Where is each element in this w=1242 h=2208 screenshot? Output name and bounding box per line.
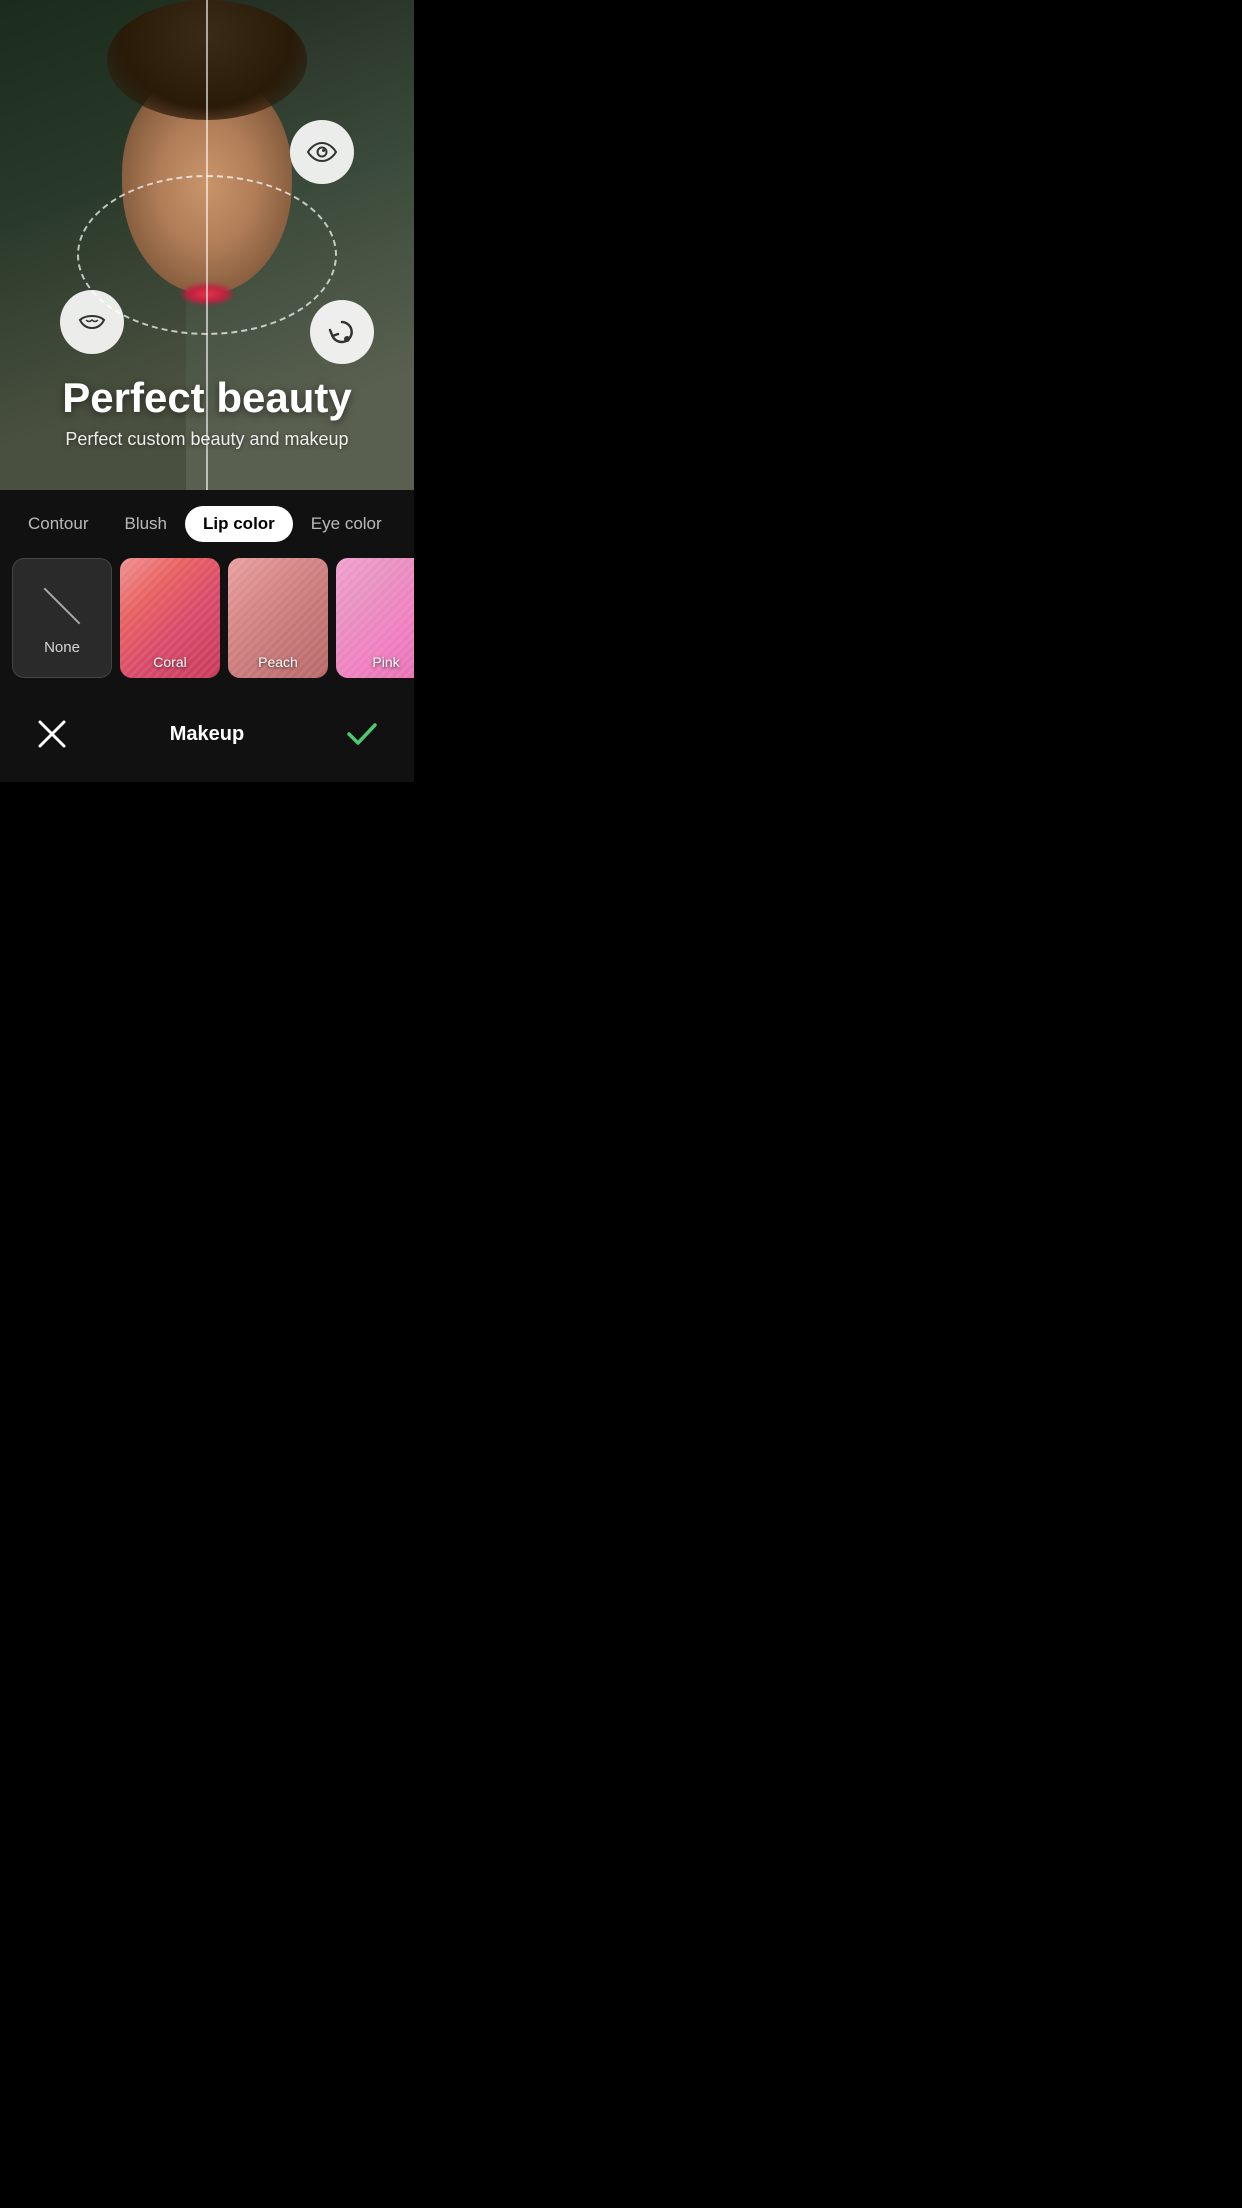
- swatch-peach-label: Peach: [228, 654, 328, 670]
- confirm-button[interactable]: [338, 710, 386, 758]
- tab-lip-color[interactable]: Lip color: [185, 506, 293, 542]
- hero-text-area: Perfect beauty Perfect custom beauty and…: [0, 375, 414, 450]
- swatch-none-label: None: [44, 639, 80, 656]
- swatch-peach[interactable]: Peach: [228, 558, 328, 678]
- swatch-pink-label: Pink: [336, 654, 414, 670]
- eye-button[interactable]: [290, 120, 354, 184]
- hero-title: Perfect beauty: [20, 375, 394, 421]
- tab-eyebrow[interactable]: Eyebr...: [400, 506, 414, 542]
- hero-subtitle: Perfect custom beauty and makeup: [20, 429, 394, 450]
- tab-contour[interactable]: Contour: [10, 506, 106, 542]
- cancel-button[interactable]: [28, 710, 76, 758]
- confirm-icon: [344, 716, 380, 752]
- swatch-pink[interactable]: Pink: [336, 558, 414, 678]
- tab-blush[interactable]: Blush: [106, 506, 185, 542]
- cancel-icon: [34, 716, 70, 752]
- photo-area: Perfect beauty Perfect custom beauty and…: [0, 0, 414, 490]
- color-swatches-row: None Coral Peach Pink Orange Red: [0, 542, 414, 694]
- tab-eye-color[interactable]: Eye color: [293, 506, 400, 542]
- refresh-icon: [326, 316, 358, 348]
- swatch-coral[interactable]: Coral: [120, 558, 220, 678]
- lips-icon: [76, 306, 108, 338]
- lips-button[interactable]: [60, 290, 124, 354]
- action-bar: Makeup: [0, 694, 414, 782]
- none-slash-icon: [44, 587, 81, 624]
- action-bar-title: Makeup: [170, 723, 244, 746]
- eye-icon: [306, 136, 338, 168]
- refresh-button[interactable]: [310, 300, 374, 364]
- category-tabs: Contour Blush Lip color Eye color Eyebr.…: [0, 506, 414, 542]
- swatch-none[interactable]: None: [12, 558, 112, 678]
- bottom-panel: Contour Blush Lip color Eye color Eyebr.…: [0, 490, 414, 782]
- swatch-coral-label: Coral: [120, 654, 220, 670]
